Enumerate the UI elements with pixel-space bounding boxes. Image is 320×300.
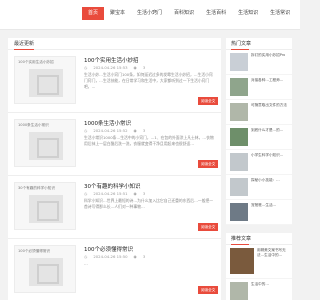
post-item: 100个实用生活小妙招 100个实用生活小妙招 ◷ 2024-04-26 15:… <box>8 50 221 113</box>
post-views: 3 <box>142 128 146 133</box>
post-title[interactable]: 100个实用生活小妙招 <box>84 56 139 64</box>
article-thumbnail <box>230 78 248 96</box>
read-more-button[interactable]: 阅读全文 <box>198 160 219 168</box>
article-thumbnail <box>230 282 248 300</box>
eye-icon: ◉ <box>133 128 137 133</box>
nav-item-3[interactable]: 百科知识 <box>168 7 200 20</box>
thumbnail-alt-text: 30个有趣的科学小知识 <box>18 186 55 190</box>
sidebar-article-title: 到底什么才是…的… <box>251 128 284 132</box>
post-date: 2024-04-26 15:50 <box>93 254 128 259</box>
recommended-box: 推荐文章 用精美文案书写无法…生活中的… 生活中的… <box>226 233 292 300</box>
sidebar-article-title: 可随意取出文件的方法 <box>251 103 287 107</box>
sidebar: 热门文章 拆钉的实用小妙招Pro 对接各种…工程师… 可随意取出文件的方法 到底… <box>226 38 292 300</box>
thumbnail-alt-text: 100个实用生活小妙招 <box>18 60 54 64</box>
sidebar-article-title: 宠爸爸…生活… <box>251 203 277 207</box>
recommended-title: 推荐文章 <box>226 233 292 245</box>
post-thumbnail[interactable]: 100个实用生活小妙招 <box>14 56 76 104</box>
clock-icon: ◷ <box>84 128 88 133</box>
post-item: 1000条生活小常识 1000条生活小常识 ◷ 2024-04-26 15:52… <box>8 113 221 176</box>
article-thumbnail <box>230 53 248 71</box>
eye-icon: ◉ <box>133 191 137 196</box>
post-meta: ◷ 2024-04-26 15:52 ◉ 3 <box>84 128 145 133</box>
nav-item-home[interactable]: 首页 <box>82 7 105 20</box>
nav-item-1[interactable]: 聚宝本 <box>104 7 131 20</box>
sidebar-article-title: 用精美文案书写无法…生活中的… <box>257 248 286 257</box>
sidebar-article[interactable]: 用精美文案书写无法…生活中的… <box>226 245 292 279</box>
post-excerpt: 生活小妙…生活小窍门100条，如何延迟过多的发霉生活小妙招，…生活小窍门窍门，…… <box>84 72 213 89</box>
sidebar-article[interactable]: 生活中的… <box>226 279 292 300</box>
post-title[interactable]: 30个有趣的科学小知识 <box>84 182 141 190</box>
sidebar-article[interactable]: 宠爸爸…生活… <box>226 200 292 225</box>
nav-item-5[interactable]: 生活知识 <box>232 7 264 20</box>
post-date: 2024-04-26 15:52 <box>93 128 128 133</box>
article-thumbnail <box>230 103 248 121</box>
post-excerpt: 生活小常识1000条…生活中的小窍门，…1、在包的外面涂上凡士林，…衣物用后抹上… <box>84 135 214 146</box>
post-title[interactable]: 100个必须懂得常识 <box>84 245 133 253</box>
post-meta: ◷ 2024-04-26 15:50 ◉ 3 <box>84 254 145 259</box>
article-thumbnail <box>230 203 248 221</box>
hot-articles-box: 热门文章 拆钉的实用小妙招Pro 对接各种…工程师… 可随意取出文件的方法 到底… <box>226 38 292 225</box>
clock-icon: ◷ <box>84 65 88 70</box>
post-excerpt: 科学小知识…世界上最短的诗…为什么加入比它自己还重的东西后…一般把一首诗写得那么… <box>84 198 214 209</box>
post-views: 3 <box>142 191 146 196</box>
post-date: 2024-04-26 15:51 <box>93 191 128 196</box>
sidebar-article-title: 小学生科学小知识… <box>251 153 284 157</box>
post-meta: ◷ 2024-04-26 15:51 ◉ 3 <box>84 191 145 196</box>
hot-articles-title: 热门文章 <box>226 38 292 50</box>
nav-menu: 首页 聚宝本 生活小窍门 百科知识 生活百科 生活知识 生活常识 <box>82 7 296 20</box>
article-thumbnail <box>230 128 248 146</box>
thumbnail-alt-text: 100个必须懂得常识 <box>18 249 51 253</box>
sidebar-article[interactable]: 对接各种…工程师… <box>226 75 292 100</box>
read-more-button[interactable]: 阅读全文 <box>198 97 219 105</box>
main-panel: 最近更新 100个实用生活小妙招 100个实用生活小妙招 ◷ 2024-04-2… <box>8 38 221 300</box>
post-thumbnail[interactable]: 30个有趣的科学小知识 <box>14 182 76 230</box>
sidebar-article[interactable]: 可随意取出文件的方法 <box>226 100 292 125</box>
article-thumbnail <box>230 248 254 274</box>
post-item: 100个必须懂得常识 100个必须懂得常识 ◷ 2024-04-26 15:50… <box>8 239 221 300</box>
section-title: 最近更新 <box>8 38 221 50</box>
post-date: 2024-04-26 15:53 <box>93 65 128 70</box>
image-placeholder-icon <box>29 258 63 286</box>
sidebar-article-title: 对接各种…工程师… <box>251 78 284 82</box>
read-more-button[interactable]: 阅读全文 <box>198 223 219 231</box>
post-thumbnail[interactable]: 100个必须懂得常识 <box>14 245 76 293</box>
sidebar-article-title: 探秘小小技能：… <box>251 178 280 182</box>
thumbnail-alt-text: 1000条生活小常识 <box>18 123 49 127</box>
post-thumbnail[interactable]: 1000条生活小常识 <box>14 119 76 167</box>
sidebar-article[interactable]: 拆钉的实用小妙招Pro <box>226 50 292 75</box>
post-item: 30个有趣的科学小知识 30个有趣的科学小知识 ◷ 2024-04-26 15:… <box>8 176 221 239</box>
read-more-button[interactable]: 阅读全文 <box>198 286 219 294</box>
post-excerpt: … <box>84 261 88 266</box>
article-thumbnail <box>230 153 248 171</box>
image-placeholder-icon <box>29 132 63 160</box>
nav-item-2[interactable]: 生活小窍门 <box>131 7 168 20</box>
article-thumbnail <box>230 178 248 196</box>
nav-item-6[interactable]: 生活常识 <box>264 7 296 20</box>
sidebar-article[interactable]: 小学生科学小知识… <box>226 150 292 175</box>
post-views: 3 <box>142 65 146 70</box>
sidebar-article[interactable]: 探秘小小技能：… <box>226 175 292 200</box>
top-nav: 首页 聚宝本 生活小窍门 百科知识 生活百科 生活知识 生活常识 <box>0 0 300 30</box>
post-views: 3 <box>142 254 146 259</box>
sidebar-article-title: 生活中的… <box>251 282 269 286</box>
image-placeholder-icon <box>29 195 63 223</box>
eye-icon: ◉ <box>133 254 137 259</box>
eye-icon: ◉ <box>133 65 137 70</box>
image-placeholder-icon <box>29 69 63 97</box>
post-title[interactable]: 1000条生活小常识 <box>84 119 131 127</box>
sidebar-article-title: 拆钉的实用小妙招Pro <box>251 53 286 57</box>
sidebar-article[interactable]: 到底什么才是…的… <box>226 125 292 150</box>
post-meta: ◷ 2024-04-26 15:53 ◉ 3 <box>84 65 145 70</box>
nav-item-4[interactable]: 生活百科 <box>200 7 232 20</box>
clock-icon: ◷ <box>84 191 88 196</box>
clock-icon: ◷ <box>84 254 88 259</box>
